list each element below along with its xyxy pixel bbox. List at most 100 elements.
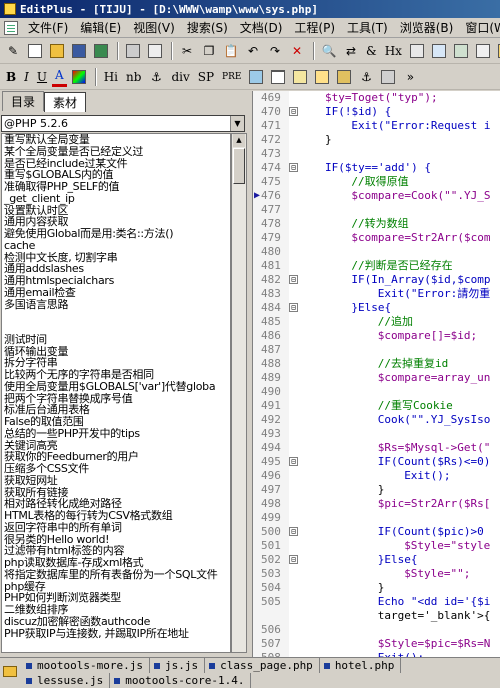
- nbsp-button[interactable]: nb: [123, 67, 144, 87]
- code-line[interactable]: 473: [253, 147, 500, 161]
- cliptext-item[interactable]: 相对路径转化成绝对路径: [2, 498, 230, 510]
- code-line[interactable]: 500 ⊟ IF(Count($pic)>0: [253, 525, 500, 539]
- menu-search[interactable]: 搜索(S): [181, 19, 234, 36]
- anchor-icon[interactable]: ⚓: [146, 67, 166, 87]
- document-icon[interactable]: [4, 20, 18, 35]
- code-editor[interactable]: 469 $ty=Toget("typ"); 470 ⊟ IF(!$id) {471 Exi…: [252, 91, 500, 657]
- cliptext-item[interactable]: 是否已经include过某文件: [2, 158, 230, 170]
- code-line[interactable]: 480: [253, 245, 500, 259]
- copy-icon[interactable]: ❐: [199, 41, 219, 61]
- replace-icon[interactable]: ⇄: [341, 41, 361, 61]
- link-icon[interactable]: ⚓: [356, 67, 376, 87]
- cliptext-scrollbar[interactable]: ▲: [231, 133, 247, 653]
- code-line[interactable]: 486 $compare[]=$id;: [253, 329, 500, 343]
- code-line[interactable]: 469 $ty=Toget("typ");: [253, 91, 500, 105]
- cliptext-item[interactable]: 总结的一些PHP开发中的tips: [2, 428, 230, 440]
- fold-toggle-icon[interactable]: ⊟: [289, 555, 298, 564]
- save-all-icon[interactable]: [91, 41, 111, 61]
- code-line[interactable]: 505 Echo "<dd id='{$i: [253, 595, 500, 609]
- code-line[interactable]: 490: [253, 385, 500, 399]
- style-icon[interactable]: [334, 67, 354, 87]
- find-icon[interactable]: 🔍: [319, 41, 339, 61]
- undo-icon[interactable]: ↶: [243, 41, 263, 61]
- cut-icon[interactable]: ✂: [177, 41, 197, 61]
- cliptext-item[interactable]: 重写默认全局变量: [2, 134, 230, 146]
- cliptext-item[interactable]: HTML表格的每行转为CSV格式数组: [2, 510, 230, 522]
- folder-icon[interactable]: [3, 666, 17, 677]
- cliptext-item[interactable]: 某个全局变量是否已经定义过: [2, 146, 230, 158]
- cliptext-item[interactable]: 重写$GLOBALS内的值: [2, 169, 230, 181]
- code-line[interactable]: 492 Cook("".YJ_SysIso: [253, 413, 500, 427]
- cliptext-item[interactable]: 检测中文长度, 切割字串: [2, 252, 230, 264]
- menu-window[interactable]: 窗口(W): [459, 19, 500, 36]
- redo-icon[interactable]: ↷: [265, 41, 285, 61]
- table-icon[interactable]: [268, 67, 288, 87]
- tab-cliptext[interactable]: 素材: [44, 92, 87, 112]
- output-window-icon[interactable]: [473, 41, 493, 61]
- underline-button[interactable]: U: [34, 67, 50, 87]
- cliptext-item[interactable]: 很另类的Hello world!: [2, 534, 230, 546]
- code-line[interactable]: 504}: [253, 581, 500, 595]
- code-line[interactable]: 477: [253, 203, 500, 217]
- fold-toggle-icon[interactable]: ⊟: [289, 303, 298, 312]
- cliptext-item[interactable]: 设置默认时区: [2, 205, 230, 217]
- grid-icon[interactable]: [451, 41, 471, 61]
- html-entity-icon[interactable]: &: [363, 41, 380, 61]
- code-line[interactable]: 479 $compare=Str2Arr($com: [253, 231, 500, 245]
- menu-file[interactable]: 文件(F): [22, 19, 74, 36]
- cliptext-item[interactable]: php缓存: [2, 581, 230, 593]
- cliptext-library-select[interactable]: @PHP 5.2.6 ▼: [1, 115, 245, 132]
- code-line[interactable]: 506: [253, 623, 500, 637]
- cliptext-item[interactable]: 过滤带有html标签的内容: [2, 545, 230, 557]
- cliptext-item[interactable]: 通用htmlspecialchars: [2, 275, 230, 287]
- cliptext-item[interactable]: 返回字符串中的所有单词: [2, 522, 230, 534]
- fold-toggle-icon[interactable]: ⊟: [289, 457, 298, 466]
- document-tab[interactable]: lessuse.js: [22, 673, 111, 688]
- code-line[interactable]: 495 ⊟ IF(Count($Rs)<=0): [253, 455, 500, 469]
- browser-icon[interactable]: [407, 41, 427, 61]
- cliptext-item[interactable]: 关键词高亮: [2, 440, 230, 452]
- print-icon[interactable]: [123, 41, 143, 61]
- menu-project[interactable]: 工程(P): [288, 19, 341, 36]
- cliptext-item[interactable]: 拆分字符串: [2, 357, 230, 369]
- cliptext-item[interactable]: 多国语言思路: [2, 299, 230, 311]
- code-line[interactable]: 476 $compare=Cook("".YJ_S ▶: [253, 189, 500, 203]
- cliptext-item[interactable]: 避免使用Global而是用:类名::方法(): [2, 228, 230, 240]
- code-line[interactable]: 484 ⊟}Else{: [253, 301, 500, 315]
- pre-button[interactable]: PRE: [219, 67, 244, 87]
- fold-toggle-icon[interactable]: ⊟: [289, 163, 298, 172]
- open-folder-icon[interactable]: [47, 41, 67, 61]
- fold-toggle-icon[interactable]: ⊟: [289, 275, 298, 284]
- hex-viewer-icon[interactable]: Hx: [382, 41, 405, 61]
- tab-directory[interactable]: 目录: [2, 91, 45, 111]
- comment-icon[interactable]: [378, 67, 398, 87]
- cliptext-item[interactable]: 标准后台通用表格: [2, 404, 230, 416]
- cliptext-item[interactable]: False的取值范围: [2, 416, 230, 428]
- menu-edit[interactable]: 编辑(E): [74, 19, 127, 36]
- font-color-button[interactable]: A: [52, 67, 67, 87]
- cliptext-item[interactable]: 通用email检查: [2, 287, 230, 299]
- cliptext-item[interactable]: [2, 322, 230, 334]
- span-button[interactable]: SP: [195, 67, 217, 87]
- save-icon[interactable]: [69, 41, 89, 61]
- cliptext-item[interactable]: PHP获取IP与连接数, 并踢取IP所在地址: [2, 628, 230, 640]
- cliptext-item[interactable]: discuz加密解密函数authcode: [2, 616, 230, 628]
- cliptext-item[interactable]: 通用内容获取: [2, 216, 230, 228]
- cliptext-item[interactable]: PHP如何判断浏览器类型: [2, 592, 230, 604]
- browser-preview-icon[interactable]: [429, 41, 449, 61]
- code-line[interactable]: 493: [253, 427, 500, 441]
- document-tab[interactable]: mootools-core-1.4.: [110, 673, 252, 688]
- new-file-icon[interactable]: [25, 41, 45, 61]
- print-preview-icon[interactable]: [145, 41, 165, 61]
- code-line[interactable]: 472}: [253, 133, 500, 147]
- cliptext-item[interactable]: 准确取得PHP_SELF的值: [2, 181, 230, 193]
- pencil-icon[interactable]: ✎: [3, 41, 23, 61]
- document-tab[interactable]: hotel.php: [320, 658, 402, 673]
- code-line[interactable]: 507 $Style=$pic=$Rs=N: [253, 637, 500, 651]
- code-line[interactable]: 501 $Style="style: [253, 539, 500, 553]
- code-line[interactable]: 496 Exit();: [253, 469, 500, 483]
- cliptext-item[interactable]: 比较两个无序的字符串是否相同: [2, 369, 230, 381]
- code-line[interactable]: 489 $compare=array_un: [253, 371, 500, 385]
- cliptext-item[interactable]: 测试时间: [2, 334, 230, 346]
- html-toolbar-chevron-icon[interactable]: »: [400, 67, 420, 87]
